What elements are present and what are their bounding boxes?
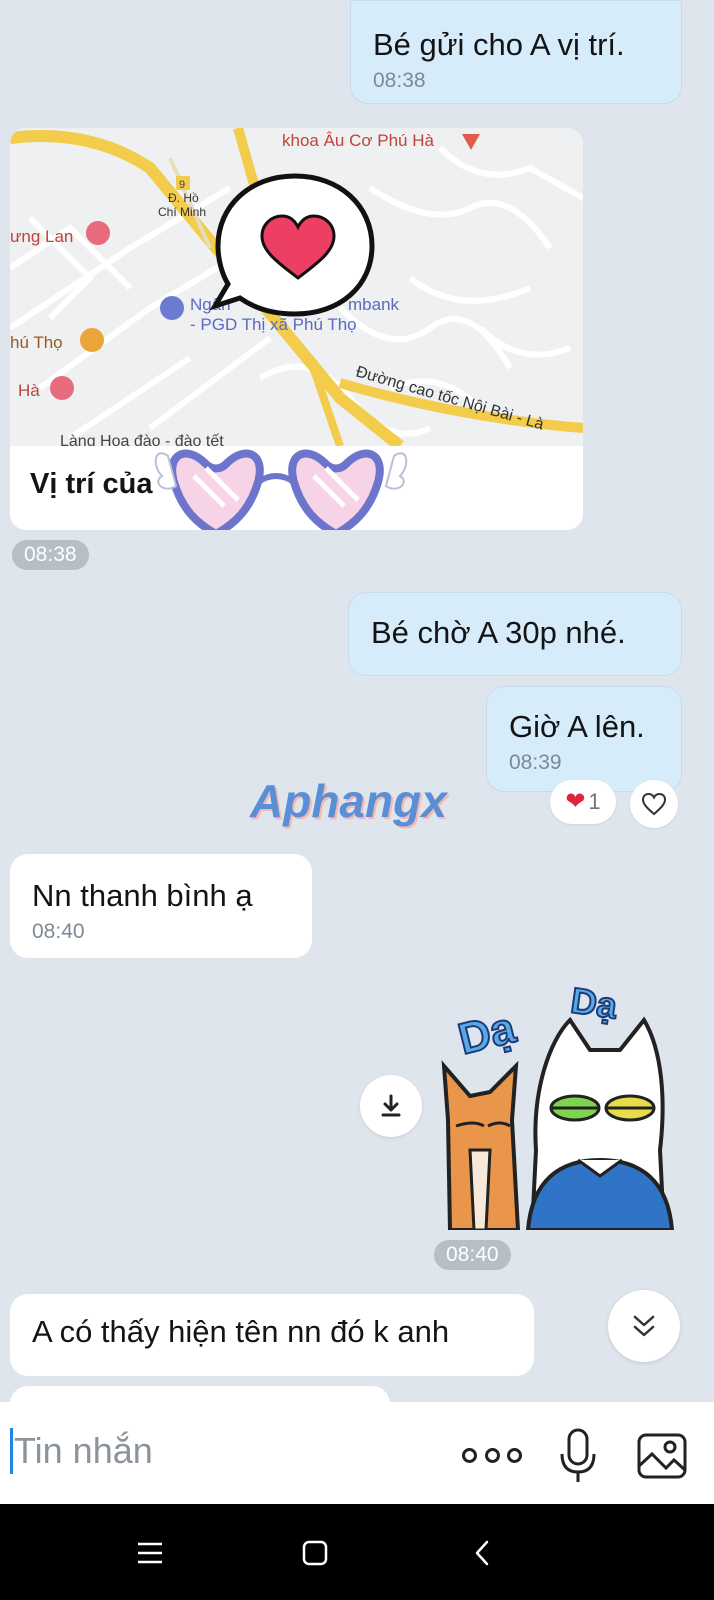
- outgoing-message[interactable]: Giờ A lên. 08:39: [486, 686, 682, 792]
- menu-icon[interactable]: [138, 1542, 162, 1564]
- message-text: Bé gửi cho A vị trí.: [373, 27, 625, 62]
- incoming-message[interactable]: Nn thanh bình ạ 08:40: [10, 854, 312, 958]
- more-button[interactable]: [462, 1440, 522, 1470]
- location-title: Vị trí của: [30, 468, 153, 500]
- message-text: Giờ A lên.: [509, 709, 645, 744]
- svg-text:- PGD Thị xã Phú Thọ: - PGD Thị xã Phú Thọ: [190, 315, 357, 334]
- sticker-text: Dạ: [568, 980, 620, 1027]
- svg-text:Đ. Hồ: Đ. Hồ: [168, 191, 199, 205]
- map-graphic: khoa Âu Cơ Phú Hà 9 Đ. Hồ Chí Minh ưng L…: [10, 128, 583, 451]
- home-icon[interactable]: [302, 1540, 328, 1566]
- text-cursor: [10, 1428, 13, 1474]
- svg-text:Hà: Hà: [18, 381, 40, 400]
- cat-sticker-graphic: Dạ Dạ: [441, 978, 675, 1232]
- double-chevron-down-icon: [633, 1315, 655, 1337]
- location-message-card[interactable]: khoa Âu Cơ Phú Hà 9 Đ. Hồ Chí Minh ưng L…: [10, 128, 583, 530]
- svg-text:mbank: mbank: [348, 295, 400, 314]
- system-navigation-bar: [0, 1504, 714, 1600]
- heart-glasses-sticker: [154, 449, 408, 530]
- message-time: 08:38: [373, 69, 426, 92]
- cat-sticker[interactable]: Dạ Dạ: [440, 978, 680, 1232]
- back-icon[interactable]: [474, 1540, 490, 1566]
- download-icon: [381, 1094, 401, 1117]
- svg-text:Chí Minh: Chí Minh: [158, 205, 206, 219]
- microphone-icon: [560, 1428, 596, 1482]
- gallery-button[interactable]: [636, 1432, 688, 1480]
- reaction-count: 1: [588, 789, 601, 814]
- microphone-button[interactable]: [558, 1426, 598, 1486]
- heart-outline-icon: [641, 792, 667, 816]
- react-button[interactable]: [630, 780, 678, 828]
- map-label: khoa Âu Cơ Phú Hà: [282, 131, 434, 150]
- outgoing-message[interactable]: Bé chờ A 30p nhé.: [348, 592, 682, 676]
- incoming-message[interactable]: A có thấy hiện tên nn đó k anh: [10, 1294, 534, 1376]
- message-text: Nn thanh bình ạ: [32, 878, 253, 913]
- dot-icon: [462, 1447, 477, 1463]
- location-map[interactable]: khoa Âu Cơ Phú Hà 9 Đ. Hồ Chí Minh ưng L…: [10, 128, 583, 451]
- sticker-text: Dạ: [454, 1003, 521, 1064]
- message-input[interactable]: [14, 1426, 434, 1476]
- message-time: 08:40: [32, 920, 85, 943]
- download-button[interactable]: [360, 1075, 422, 1137]
- svg-text:9: 9: [179, 179, 185, 191]
- message-time: 08:39: [509, 751, 562, 774]
- red-heart-icon: ❤: [565, 788, 586, 815]
- message-time-pill: 08:40: [434, 1240, 511, 1270]
- svg-text:ưng Lan: ưng Lan: [10, 227, 73, 246]
- dot-icon: [484, 1447, 500, 1463]
- image-icon: [637, 1433, 687, 1479]
- message-text: Bé chờ A 30p nhé.: [371, 615, 626, 650]
- dot-icon: [507, 1447, 522, 1463]
- watermark: Aphangx: [250, 775, 447, 827]
- scroll-to-bottom-button[interactable]: [608, 1290, 680, 1362]
- message-time-pill: 08:38: [12, 540, 89, 570]
- reaction-badge[interactable]: ❤ 1: [550, 780, 616, 824]
- message-text: A có thấy hiện tên nn đó k anh: [32, 1314, 450, 1349]
- outgoing-message[interactable]: Bé gửi cho A vị trí. 08:38: [350, 0, 682, 104]
- svg-text:hú Thọ: hú Thọ: [10, 333, 63, 352]
